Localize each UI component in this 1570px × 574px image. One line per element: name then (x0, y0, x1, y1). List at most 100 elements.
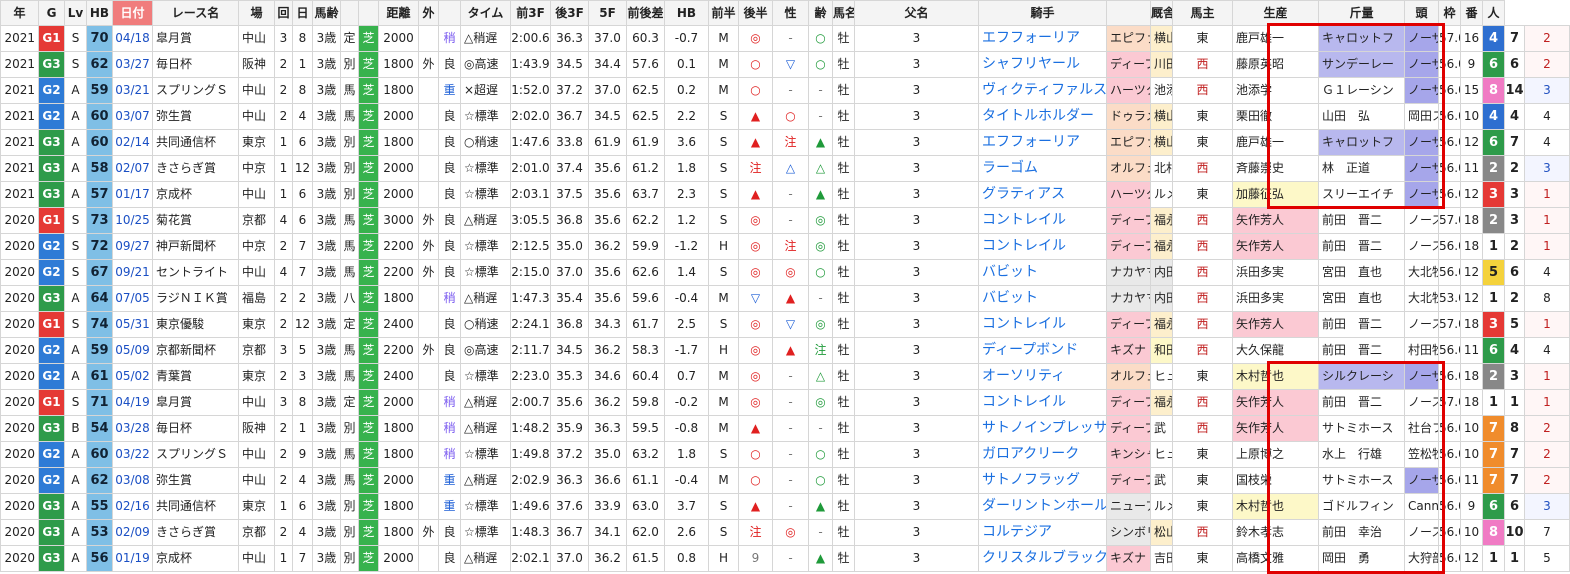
date-link[interactable]: 04/18 (112, 25, 153, 52)
table-row[interactable]: 2020 G2 A 62 03/08 弥生賞 中山 2 4 3歳馬芝 2000 重 △稍遅 2:02.9 3… (0, 467, 1570, 494)
date-link[interactable]: 03/27 (112, 51, 153, 78)
table-row[interactable]: 2020 G1 S 71 04/19 皐月賞 中山 3 8 3歳定芝 2000 稍 △稍遅 2:00.7 3… (0, 389, 1570, 416)
date-link[interactable]: 02/09 (112, 519, 153, 546)
horse-name-link[interactable]: コントレイル (978, 233, 1107, 260)
table-row[interactable]: 2021 G2 A 60 03/07 弥生賞 中山 2 4 3歳馬芝 2000 良 ☆標準 2:02.0 3… (0, 103, 1570, 130)
column-header-18[interactable]: 5F (588, 0, 627, 26)
table-row[interactable]: 2020 G3 A 53 02/09 きさらぎ賞 京都 2 4 3歳別芝 1800 外良 ☆標準 1:48… (0, 519, 1570, 546)
horse-name-link[interactable]: サトノフラッグ (978, 467, 1107, 494)
race-name-cell[interactable]: セントライト (152, 259, 239, 286)
date-link[interactable]: 03/28 (112, 415, 153, 442)
column-header-1[interactable]: G (38, 0, 65, 26)
column-header-29[interactable]: 厩舎 (1150, 0, 1173, 26)
horse-name-link[interactable]: エフフォーリア (978, 129, 1107, 156)
race-name-cell[interactable]: 青葉賞 (152, 363, 239, 390)
table-row[interactable]: 2021 G3 S 62 03/27 毎日杯 阪神 2 1 3歳別芝 1800 外良 ◎高速 1:43.9… (0, 51, 1570, 78)
horse-name-link[interactable]: サトノインプレッサ (978, 415, 1107, 442)
race-name-cell[interactable]: 京成杯 (152, 545, 239, 572)
column-header-12[interactable]: 距離 (378, 0, 419, 26)
column-header-7[interactable]: 回 (274, 0, 293, 26)
column-header-2[interactable]: Lv (64, 0, 87, 26)
column-header-14[interactable] (438, 0, 461, 26)
horse-name-link[interactable]: オーソリティ (978, 363, 1107, 390)
column-header-19[interactable]: 前後差 (626, 0, 665, 26)
horse-name-link[interactable]: シャフリヤール (978, 51, 1107, 78)
race-name-cell[interactable]: 毎日杯 (152, 51, 239, 78)
column-header-32[interactable]: 斤量 (1318, 0, 1405, 26)
table-row[interactable]: 2021 G3 A 57 01/17 京成杯 中山 1 6 3歳別芝 2000 良 ☆標準 2:03.1 3… (0, 181, 1570, 208)
race-name-cell[interactable]: 弥生賞 (152, 467, 239, 494)
date-link[interactable]: 10/25 (112, 207, 153, 234)
table-row[interactable]: 2020 G3 B 54 03/28 毎日杯 阪神 2 1 3歳別芝 1800 稍 △稍遅 1:48.2 3… (0, 415, 1570, 442)
table-row[interactable]: 2020 G3 A 55 02/16 共同通信杯 東京 1 6 3歳別芝 1800 重 ☆標準 1:49.… (0, 493, 1570, 520)
table-row[interactable]: 2020 G3 A 64 07/05 ラジＮＩＫ賞 福島 2 2 3歳八芝 1800 稍 △稍遅 1:47… (0, 285, 1570, 312)
date-link[interactable]: 03/21 (112, 77, 153, 104)
date-link[interactable]: 09/27 (112, 233, 153, 260)
date-link[interactable]: 07/05 (112, 285, 153, 312)
column-header-16[interactable]: 前3F (510, 0, 551, 26)
column-header-36[interactable]: 人 (1482, 0, 1505, 26)
race-name-cell[interactable]: 東京優駿 (152, 311, 239, 338)
horse-name-link[interactable]: コントレイル (978, 311, 1107, 338)
race-name-cell[interactable]: 弥生賞 (152, 103, 239, 130)
column-header-17[interactable]: 後3F (550, 0, 589, 26)
column-header-21[interactable]: 前半 (708, 0, 739, 26)
column-header-23[interactable]: 性 (772, 0, 809, 26)
horse-name-link[interactable]: コントレイル (978, 389, 1107, 416)
race-name-cell[interactable]: きさらぎ賞 (152, 155, 239, 182)
table-row[interactable]: 2020 G1 S 74 05/31 東京優駿 東京 2 12 3歳定芝 2400 良 ○稍速 2:24.… (0, 311, 1570, 338)
column-header-0[interactable]: 年 (0, 0, 39, 26)
column-header-9[interactable]: 馬齢 (312, 0, 341, 26)
date-link[interactable]: 02/14 (112, 129, 153, 156)
date-link[interactable]: 01/19 (112, 545, 153, 572)
column-header-8[interactable]: 日 (292, 0, 313, 26)
column-header-30[interactable]: 馬主 (1172, 0, 1233, 26)
date-link[interactable]: 02/07 (112, 155, 153, 182)
race-name-cell[interactable]: 皐月賞 (152, 389, 239, 416)
column-header-13[interactable]: 外 (418, 0, 439, 26)
race-name-cell[interactable]: 毎日杯 (152, 415, 239, 442)
race-name-cell[interactable]: 共同通信杯 (152, 493, 239, 520)
horse-name-link[interactable]: バビット (978, 259, 1107, 286)
race-name-cell[interactable]: 共同通信杯 (152, 129, 239, 156)
column-header-15[interactable]: タイム (460, 0, 511, 26)
table-row[interactable]: 2020 G3 A 56 01/19 京成杯 中山 1 7 3歳別芝 2000 良 △稍遅 2:02.1 3… (0, 545, 1570, 572)
column-header-6[interactable]: 場 (238, 0, 275, 26)
horse-name-link[interactable]: コルテジア (978, 519, 1107, 546)
table-row[interactable]: 2021 G1 S 70 04/18 皐月賞 中山 3 8 3歳定芝 2000 稍 △稍遅 2:00.6 3… (0, 25, 1570, 52)
column-header-35[interactable]: 番 (1460, 0, 1483, 26)
column-header-5[interactable]: レース名 (152, 0, 239, 26)
column-header-20[interactable]: HB (664, 0, 709, 26)
date-link[interactable]: 03/07 (112, 103, 153, 130)
table-row[interactable]: 2020 G2 S 72 09/27 神戸新聞杯 中京 2 7 3歳馬芝 2200 外良 ☆標準 2:12… (0, 233, 1570, 260)
column-header-10[interactable] (340, 0, 359, 26)
table-row[interactable]: 2020 G2 S 67 09/21 セントライト 中山 4 7 3歳馬芝 2200 外良 ☆標準 2:1… (0, 259, 1570, 286)
horse-name-link[interactable]: ディープボンド (978, 337, 1107, 364)
table-row[interactable]: 2020 G2 A 59 05/09 京都新聞杯 京都 3 5 3歳馬芝 2200 外良 ◎高速 2:11… (0, 337, 1570, 364)
table-row[interactable]: 2020 G2 A 60 03/22 スプリングＳ 中山 2 9 3歳馬芝 1800 稍 ☆標準 1:49… (0, 441, 1570, 468)
column-header-24[interactable]: 齢 (808, 0, 833, 26)
horse-name-link[interactable]: ヴィクティファルス (978, 77, 1107, 104)
column-header-11[interactable] (358, 0, 379, 26)
race-name-cell[interactable]: スプリングＳ (152, 441, 239, 468)
race-name-cell[interactable]: 京成杯 (152, 181, 239, 208)
column-header-27[interactable]: 騎手 (978, 0, 1107, 26)
column-header-31[interactable]: 生産 (1232, 0, 1319, 26)
date-link[interactable]: 02/16 (112, 493, 153, 520)
race-name-cell[interactable]: スプリングＳ (152, 77, 239, 104)
date-link[interactable]: 04/19 (112, 389, 153, 416)
column-header-33[interactable]: 頭 (1404, 0, 1439, 26)
date-link[interactable]: 05/09 (112, 337, 153, 364)
column-header-34[interactable]: 枠 (1438, 0, 1461, 26)
table-row[interactable]: 2020 G2 A 61 05/02 青葉賞 東京 2 3 3歳馬芝 2400 良 ☆標準 2:23.0 3… (0, 363, 1570, 390)
column-header-22[interactable]: 後半 (738, 0, 773, 26)
race-name-cell[interactable]: 菊花賞 (152, 207, 239, 234)
date-link[interactable]: 03/22 (112, 441, 153, 468)
column-header-25[interactable]: 馬名 (832, 0, 855, 26)
horse-name-link[interactable]: タイトルホルダー (978, 103, 1107, 130)
table-row[interactable]: 2021 G3 A 60 02/14 共同通信杯 東京 1 6 3歳別芝 1800 良 ○稍速 1:47.… (0, 129, 1570, 156)
table-row[interactable]: 2020 G1 S 73 10/25 菊花賞 京都 4 6 3歳馬芝 3000 外良 △稍遅 3:05.5… (0, 207, 1570, 234)
race-name-cell[interactable]: ラジＮＩＫ賞 (152, 285, 239, 312)
race-name-cell[interactable]: 神戸新聞杯 (152, 233, 239, 260)
horse-name-link[interactable]: クリスタルブラック (978, 545, 1107, 572)
